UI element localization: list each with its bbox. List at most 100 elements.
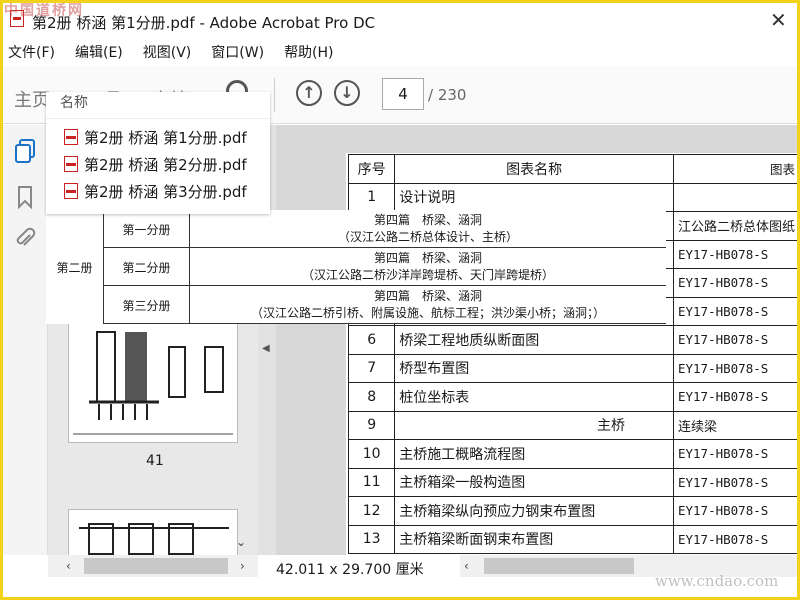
menu-edit[interactable]: 编辑(E) (75, 42, 123, 62)
description-line: 第四篇 桥梁、涵洞 (373, 251, 482, 265)
table-header-cell: 序号 (347, 154, 396, 184)
pdf-file-icon (64, 183, 78, 199)
pdf-file-icon (64, 156, 78, 172)
table-row: 10 主桥施工概略流程图 EY17-HB078-S (347, 439, 800, 469)
table-cell: 主桥箱梁断面钢束布置图 (394, 524, 674, 554)
attachment-icon[interactable] (14, 227, 36, 251)
thumbnail-page-number: 41 (146, 453, 164, 469)
menu-view[interactable]: 视图(V) (143, 42, 192, 62)
thumbnail-drawing (79, 523, 229, 555)
bookmark-icon[interactable] (14, 185, 36, 209)
menu-window[interactable]: 窗口(W) (211, 42, 264, 62)
page-number-input[interactable]: 4 (382, 78, 424, 110)
file-item[interactable]: 第2册 桥涵 第3分册.pdf (64, 180, 247, 202)
table-cell: 9 (347, 410, 396, 440)
table-cell: EY17-HB078-S (672, 325, 800, 355)
close-icon[interactable]: ✕ (770, 8, 787, 32)
table-row: 12 主桥箱梁纵向预应力钢束布置图 EY17-HB078-S (347, 496, 800, 526)
table-cell: 主桥施工概略流程图 (394, 439, 674, 469)
watermark-logo: 中国道桥网 (4, 3, 84, 19)
volume-name: 第二分册 (104, 248, 190, 286)
table-cell: 6 (347, 325, 396, 355)
table-header-cell: 图表 (672, 154, 800, 184)
table-cell: 主桥箱梁一般构造图 (394, 467, 674, 497)
table-cell: 桥梁工程地质纵断面图 (394, 325, 674, 355)
file-item[interactable]: 第2册 桥涵 第1分册.pdf (64, 126, 247, 148)
document-scrollbar-thumb[interactable] (484, 558, 634, 574)
navigation-rail (0, 125, 48, 555)
file-name: 第2册 桥涵 第2分册.pdf (84, 155, 247, 174)
file-name: 第2册 桥涵 第3分册.pdf (84, 182, 247, 201)
description-line: （汉江公路二桥沙洋岸跨堤桥、天门岸跨堤桥） (301, 268, 554, 282)
menu-file[interactable]: 文件(F) (8, 42, 55, 62)
table-cell: EY17-HB078-S (672, 467, 800, 497)
table-cell: 10 (347, 439, 396, 469)
page-thumbnails-icon[interactable] (14, 139, 36, 163)
file-item[interactable]: 第2册 桥涵 第2分册.pdf (64, 153, 247, 175)
table-cell: 桥型布置图 (394, 353, 674, 383)
table-header-cell: 图表名称 (394, 154, 674, 184)
popup-header: 名称 (60, 95, 88, 111)
watermark-url: www.cndao.com (655, 572, 779, 590)
divider (46, 118, 270, 119)
table-row: 11 主桥箱梁一般构造图 EY17-HB078-S (347, 467, 800, 497)
table-cell: 主桥 (394, 410, 674, 440)
scroll-right-icon[interactable]: › (240, 559, 245, 573)
volume-row: 第二分册 第四篇 桥梁、涵洞 （汉江公路二桥沙洋岸跨堤桥、天门岸跨堤桥） (104, 248, 666, 286)
table-cell (672, 182, 800, 212)
menu-bar: 文件(F) 编辑(E) 视图(V) 窗口(W) 帮助(H) (0, 38, 800, 66)
page-size-readout: 42.011 x 29.700 厘米 (276, 562, 424, 578)
page-thumbnail[interactable] (68, 311, 238, 443)
table-header-row: 序号 图表名称 图表 (347, 154, 800, 184)
volume-name: 第三分册 (104, 286, 190, 324)
previous-page-button[interactable]: ↑ (296, 80, 322, 106)
table-row: 6 桥梁工程地质纵断面图 EY17-HB078-S (347, 325, 800, 355)
volume-description: 第四篇 桥梁、涵洞 （汉江公路二桥沙洋岸跨堤桥、天门岸跨堤桥） (190, 248, 666, 286)
volume-label: 第二册 (46, 210, 104, 324)
document-view: 序号 图表名称 图表 1设计说明 2江公路二桥总体图纸 3EY17-HB078-… (276, 125, 800, 555)
file-name: 第2册 桥涵 第1分册.pdf (84, 128, 247, 147)
page-thumbnail[interactable] (68, 509, 238, 555)
volume-name: 第一分册 (104, 210, 190, 248)
table-cell: 7 (347, 353, 396, 383)
table-cell: 桩位坐标表 (394, 382, 674, 412)
table-cell: 江公路二桥总体图纸 (672, 211, 800, 241)
volume-description: 第四篇 桥梁、涵洞 （汉江公路二桥引桥、附属设施、航标工程；洪沙渠小桥；涵洞；） (190, 286, 666, 324)
volume-description: 第四篇 桥梁、涵洞 （汉江公路二桥总体设计、主桥） (190, 210, 666, 248)
toolbar-divider (274, 78, 275, 112)
volume-row: 第三分册 第四篇 桥梁、涵洞 （汉江公路二桥引桥、附属设施、航标工程；洪沙渠小桥… (104, 286, 666, 324)
table-cell: 8 (347, 382, 396, 412)
volume-contents-table: 第二册 第一分册 第四篇 桥梁、涵洞 （汉江公路二桥总体设计、主桥） 第二分册 … (46, 210, 666, 324)
table-cell: EY17-HB078-S (672, 524, 800, 554)
menu-help[interactable]: 帮助(H) (284, 42, 333, 62)
table-cell: 设计说明 (394, 182, 674, 212)
description-line: 第四篇 桥梁、涵洞 (373, 213, 482, 227)
pdf-file-icon (64, 129, 78, 145)
tab-home[interactable]: 主页 (14, 86, 50, 112)
description-line: （汉江公路二桥引桥、附属设施、航标工程；洪沙渠小桥；涵洞；） (250, 306, 605, 320)
table-row: 8 桩位坐标表 EY17-HB078-S (347, 382, 800, 412)
thumbnail-scrollbar-thumb[interactable] (84, 558, 228, 574)
collapse-panel-icon[interactable]: ◀ (262, 343, 270, 354)
table-cell: EY17-HB078-S (672, 439, 800, 469)
description-line: 第四篇 桥梁、涵洞 (373, 289, 482, 303)
table-cell: EY17-HB078-S (672, 382, 800, 412)
table-row: 9 主桥 连续梁 (347, 410, 800, 440)
table-cell: 1 (347, 182, 396, 212)
description-line: （汉江公路二桥总体设计、主桥） (337, 230, 518, 244)
table-cell: 11 (347, 467, 396, 497)
title-bar: 第2册 桥涵 第1分册.pdf - Adobe Acrobat Pro DC ✕ (0, 0, 800, 36)
scroll-down-icon[interactable]: ⌄ (236, 535, 246, 549)
table-cell: EY17-HB078-S (672, 239, 800, 269)
next-page-button[interactable]: ↓ (334, 80, 360, 106)
table-cell: 主桥箱梁纵向预应力钢束布置图 (394, 496, 674, 526)
page-total: / 230 (428, 86, 467, 104)
scroll-left-icon[interactable]: ‹ (66, 559, 71, 573)
table-row: 13 主桥箱梁断面钢束布置图 EY17-HB078-S (347, 524, 800, 554)
table-cell: 13 (347, 524, 396, 554)
table-cell: 连续梁 (672, 410, 800, 440)
doc-scroll-left-icon[interactable]: ‹ (464, 559, 469, 573)
table-row: 7 桥型布置图 EY17-HB078-S (347, 353, 800, 383)
table-cell: EY17-HB078-S (672, 353, 800, 383)
table-cell: EY17-HB078-S (672, 296, 800, 326)
